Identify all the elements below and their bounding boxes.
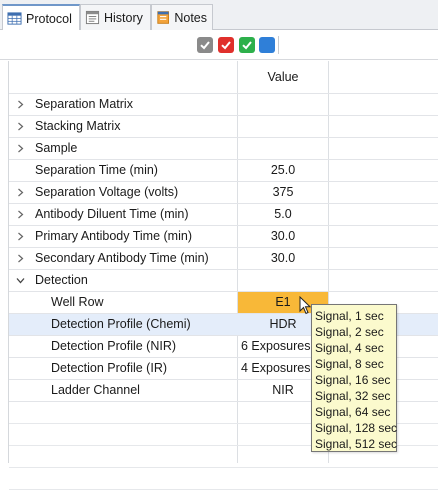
- property-value[interactable]: 375: [238, 182, 328, 203]
- property-name: Secondary Antibody Time (min): [35, 251, 209, 265]
- property-name: Detection: [35, 273, 88, 287]
- property-row-detection[interactable]: Detection: [9, 270, 438, 292]
- property-value[interactable]: [238, 116, 328, 137]
- property-row-primary-antibody-time-min[interactable]: Primary Antibody Time (min) 30.0: [9, 226, 438, 248]
- check-gray-button[interactable]: [197, 37, 213, 53]
- check-icon: [221, 41, 231, 50]
- check-red-button[interactable]: [218, 37, 234, 53]
- tooltip-item: Signal, 64 sec: [315, 405, 391, 419]
- tab-protocol[interactable]: Protocol: [2, 4, 80, 31]
- chevron-right-icon[interactable]: [15, 94, 25, 115]
- tooltip-item: Signal, 32 sec: [315, 389, 391, 403]
- chevron-right-icon[interactable]: [15, 138, 25, 159]
- property-row-secondary-antibody-time-min[interactable]: Secondary Antibody Time (min) 30.0: [9, 248, 438, 270]
- check-icon: [200, 41, 210, 50]
- property-name: Well Row: [51, 295, 104, 309]
- property-name: Detection Profile (NIR): [51, 339, 177, 353]
- tab-history-label: History: [104, 10, 143, 25]
- chevron-right-icon[interactable]: [15, 248, 25, 269]
- chevron-right-icon[interactable]: [15, 116, 25, 137]
- property-row-separation-matrix[interactable]: Separation Matrix: [9, 94, 438, 116]
- history-icon: [85, 10, 100, 25]
- check-icon: [242, 41, 252, 50]
- chevron-right-icon[interactable]: [15, 204, 25, 225]
- property-value[interactable]: [238, 138, 328, 159]
- tab-bar: Protocol History Notes: [0, 0, 438, 31]
- tooltip-item: Signal, 16 sec: [315, 373, 391, 387]
- property-value[interactable]: 5.0: [238, 204, 328, 225]
- tooltip-item: Signal, 512 sec: [315, 437, 398, 451]
- value-column-header: Value: [267, 70, 299, 84]
- check-green-button[interactable]: [239, 37, 255, 53]
- tooltip-item: Signal, 2 sec: [315, 325, 384, 339]
- property-row-separation-time-min[interactable]: Separation Time (min) 25.0: [9, 160, 438, 182]
- tab-notes-label: Notes: [174, 10, 207, 25]
- property-name: Antibody Diluent Time (min): [35, 207, 189, 221]
- property-row-antibody-diluent-time-min[interactable]: Antibody Diluent Time (min) 5.0: [9, 204, 438, 226]
- property-value[interactable]: 30.0: [238, 248, 328, 269]
- property-name: Separation Time (min): [35, 163, 158, 177]
- property-name: Ladder Channel: [51, 383, 140, 397]
- chevron-down-icon[interactable]: [15, 270, 25, 291]
- chevron-right-icon[interactable]: [15, 182, 25, 203]
- blue-square-button[interactable]: [259, 37, 275, 53]
- property-name: Sample: [35, 141, 78, 155]
- property-row-sample[interactable]: Sample: [9, 138, 438, 160]
- tab-history[interactable]: History: [80, 4, 151, 30]
- property-name: Detection Profile (Chemi): [51, 317, 191, 331]
- empty-row: [9, 468, 438, 490]
- tooltip-item: Signal, 4 sec: [315, 341, 384, 355]
- property-value[interactable]: [238, 270, 328, 291]
- tooltip-item: Signal, 1 sec: [315, 309, 384, 323]
- property-name: Primary Antibody Time (min): [35, 229, 192, 243]
- property-name: Detection Profile (IR): [51, 361, 168, 375]
- notes-icon: [157, 11, 169, 24]
- tooltip-item: Signal, 128 sec: [315, 421, 398, 435]
- grid-header: Value: [9, 61, 438, 94]
- property-value[interactable]: [238, 94, 328, 115]
- property-value[interactable]: 30.0: [238, 226, 328, 247]
- toolbar: [0, 30, 438, 60]
- property-value[interactable]: 25.0: [238, 160, 328, 181]
- property-name: Separation Voltage (volts): [35, 185, 179, 199]
- property-name: Stacking Matrix: [35, 119, 121, 133]
- property-row-separation-voltage-volts[interactable]: Separation Voltage (volts) 375: [9, 182, 438, 204]
- toolbar-separator: [278, 36, 279, 54]
- tooltip-item: Signal, 8 sec: [315, 357, 384, 371]
- grid-icon: [7, 12, 22, 25]
- property-row-stacking-matrix[interactable]: Stacking Matrix: [9, 116, 438, 138]
- property-name: Separation Matrix: [35, 97, 133, 111]
- tab-notes[interactable]: Notes: [151, 4, 213, 30]
- tab-protocol-label: Protocol: [26, 11, 72, 26]
- chevron-right-icon[interactable]: [15, 226, 25, 247]
- exposures-tooltip: Signal, 1 sec Signal, 2 sec Signal, 4 se…: [311, 304, 397, 452]
